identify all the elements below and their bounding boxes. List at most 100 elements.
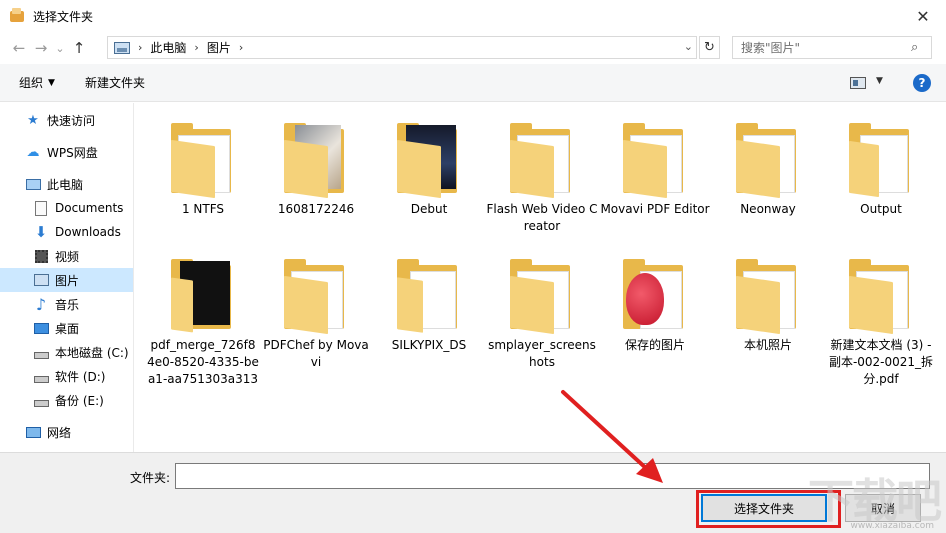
sidebar-item-pictures[interactable]: 图片 bbox=[0, 268, 133, 292]
folder-name: Output bbox=[860, 202, 902, 216]
cloud-icon: ☁ bbox=[26, 144, 40, 160]
sidebar-item-label: WPS网盘 bbox=[47, 145, 98, 160]
sidebar-item-label: 快速访问 bbox=[47, 113, 96, 128]
chevron-right-icon[interactable]: › bbox=[194, 41, 198, 54]
search-input[interactable]: 搜索"图片" bbox=[741, 39, 911, 56]
watermark-url: www.xiazaiba.com bbox=[850, 521, 934, 531]
sidebar-item-videos[interactable]: 视频 bbox=[0, 244, 133, 268]
sidebar-item-label: 本地磁盘 (C:) bbox=[55, 345, 129, 360]
folder-icon bbox=[733, 115, 803, 199]
document-icon bbox=[33, 200, 49, 216]
folder-item[interactable]: Debut bbox=[373, 115, 485, 218]
folder-with-document-icon bbox=[846, 115, 916, 198]
folder-item[interactable]: 1608172246 bbox=[260, 115, 372, 218]
folder-icon bbox=[846, 251, 916, 335]
folder-name: smplayer_screenshots bbox=[488, 338, 596, 369]
folder-item[interactable]: pdf_merge_726f84e0-8520-4335-bea1-aa7513… bbox=[147, 251, 259, 388]
caret-down-icon: ▼ bbox=[48, 77, 55, 88]
window-title: 选择文件夹 bbox=[33, 9, 94, 24]
folder-icon bbox=[168, 115, 238, 199]
folder-item[interactable]: SILKYPIX_DS bbox=[373, 251, 485, 354]
folder-name: Movavi PDF Editor bbox=[600, 202, 710, 216]
sidebar-item-quick-access[interactable]: ★ 快速访问 bbox=[0, 108, 133, 132]
folder-item[interactable]: Flash Web Video Creator bbox=[486, 115, 598, 235]
sidebar-item-label: 软件 (D:) bbox=[55, 369, 106, 384]
sidebar-item-downloads[interactable]: ⬇ Downloads bbox=[0, 220, 133, 244]
folder-item[interactable]: 1 NTFS bbox=[147, 115, 259, 218]
sidebar-item-music[interactable]: ♪ 音乐 bbox=[0, 292, 133, 316]
network-icon bbox=[25, 424, 41, 440]
search-icon[interactable]: ⌕ bbox=[911, 40, 931, 55]
sidebar-item-wps-cloud[interactable]: ☁ WPS网盘 bbox=[0, 140, 133, 164]
title-bar: 选择文件夹 ✕ bbox=[0, 0, 946, 32]
folder-name: Neonway bbox=[740, 202, 796, 216]
organize-menu-button[interactable]: 组织 ▼ bbox=[19, 74, 55, 91]
sidebar-item-desktop[interactable]: 桌面 bbox=[0, 316, 133, 340]
sidebar-item-label: 视频 bbox=[55, 249, 80, 264]
computer-icon bbox=[25, 176, 41, 192]
desktop-icon bbox=[33, 320, 49, 336]
forward-arrow-icon[interactable]: → bbox=[30, 36, 52, 60]
folder-name: 保存的图片 bbox=[624, 338, 685, 352]
sidebar-item-documents[interactable]: Documents bbox=[0, 196, 133, 220]
sidebar-item-label: 桌面 bbox=[55, 321, 80, 336]
address-bar[interactable]: › 此电脑 › 图片 › ⌄ bbox=[107, 36, 697, 59]
new-folder-button[interactable]: 新建文件夹 bbox=[85, 74, 145, 91]
breadcrumb-pictures[interactable]: 图片 bbox=[207, 39, 231, 56]
folder-grid: 1 NTFS 1608172246 Debut Flash Web Video … bbox=[135, 103, 946, 452]
sidebar-item-this-pc[interactable]: 此电脑 bbox=[0, 172, 133, 196]
video-icon bbox=[33, 248, 49, 264]
folder-icon bbox=[620, 115, 690, 199]
recent-locations-chevron-icon[interactable]: ⌄ bbox=[52, 36, 68, 60]
folder-item[interactable]: Neonway bbox=[712, 115, 824, 218]
folder-with-document-icon bbox=[394, 251, 464, 333]
music-note-icon: ♪ bbox=[35, 294, 47, 314]
view-mode-icon[interactable] bbox=[850, 77, 866, 89]
sidebar-item-drive-e[interactable]: 备份 (E:) bbox=[0, 388, 133, 412]
folder-app-icon bbox=[9, 8, 25, 24]
chevron-right-icon[interactable]: › bbox=[138, 41, 142, 54]
picture-icon bbox=[33, 272, 49, 288]
folder-with-screenshot-icon bbox=[394, 115, 464, 199]
folder-name: 1608172246 bbox=[277, 202, 355, 216]
folder-item[interactable]: Output bbox=[825, 115, 937, 218]
folder-icon bbox=[281, 251, 351, 335]
star-icon: ★ bbox=[27, 112, 39, 128]
folder-item[interactable]: 保存的图片 bbox=[599, 251, 711, 354]
pictures-location-icon bbox=[114, 41, 130, 54]
drive-icon bbox=[33, 344, 49, 360]
folder-with-photo-icon bbox=[281, 115, 351, 199]
folder-item[interactable]: smplayer_screenshots bbox=[486, 251, 598, 371]
sidebar-item-network[interactable]: 网络 bbox=[0, 420, 133, 444]
folder-item[interactable]: PDFChef by Movavi bbox=[260, 251, 372, 371]
sidebar-item-label: 网络 bbox=[47, 425, 72, 440]
address-dropdown-chevron-icon[interactable]: ⌄ bbox=[684, 40, 693, 53]
sidebar-item-label: 图片 bbox=[55, 273, 80, 288]
folder-item[interactable]: Movavi PDF Editor bbox=[599, 115, 711, 218]
drive-icon bbox=[33, 368, 49, 384]
folder-name: 本机照片 bbox=[743, 338, 792, 352]
command-toolbar: 组织 ▼ 新建文件夹 ▼ ? bbox=[0, 64, 946, 102]
folder-with-strawberry-icon bbox=[620, 251, 690, 333]
folder-item[interactable]: 新建文本文档 (3) - 副本-002-0021_拆分.pdf bbox=[825, 251, 937, 388]
caret-down-icon[interactable]: ▼ bbox=[876, 76, 883, 86]
chevron-right-icon[interactable]: › bbox=[239, 41, 243, 54]
up-arrow-icon[interactable]: ↑ bbox=[68, 36, 90, 60]
help-icon[interactable]: ? bbox=[913, 74, 931, 92]
sidebar-item-drive-c[interactable]: 本地磁盘 (C:) bbox=[0, 340, 133, 364]
sidebar-item-drive-d[interactable]: 软件 (D:) bbox=[0, 364, 133, 388]
sidebar-item-label: 此电脑 bbox=[47, 177, 84, 192]
navigation-pane: ★ 快速访问 ☁ WPS网盘 此电脑 Documents ⬇ Downloads… bbox=[0, 103, 134, 452]
folder-name: 新建文本文档 (3) - 副本-002-0021_拆分.pdf bbox=[828, 338, 934, 386]
close-button[interactable]: ✕ bbox=[900, 0, 946, 32]
folder-icon bbox=[507, 115, 577, 199]
search-box[interactable]: 搜索"图片" ⌕ bbox=[732, 36, 932, 59]
navigation-bar: ← → ⌄ ↑ › 此电脑 › 图片 › ⌄ ↻ 搜索"图片" ⌕ bbox=[0, 32, 946, 64]
dialog-footer: 文件夹: 选择文件夹 取消 bbox=[0, 452, 946, 533]
breadcrumb-this-pc[interactable]: 此电脑 bbox=[150, 39, 186, 56]
back-arrow-icon[interactable]: ← bbox=[8, 36, 30, 60]
folder-item[interactable]: 本机照片 bbox=[712, 251, 824, 354]
organize-label: 组织 bbox=[19, 76, 44, 90]
sidebar-item-label: Downloads bbox=[55, 225, 121, 239]
refresh-icon[interactable]: ↻ bbox=[699, 36, 720, 59]
